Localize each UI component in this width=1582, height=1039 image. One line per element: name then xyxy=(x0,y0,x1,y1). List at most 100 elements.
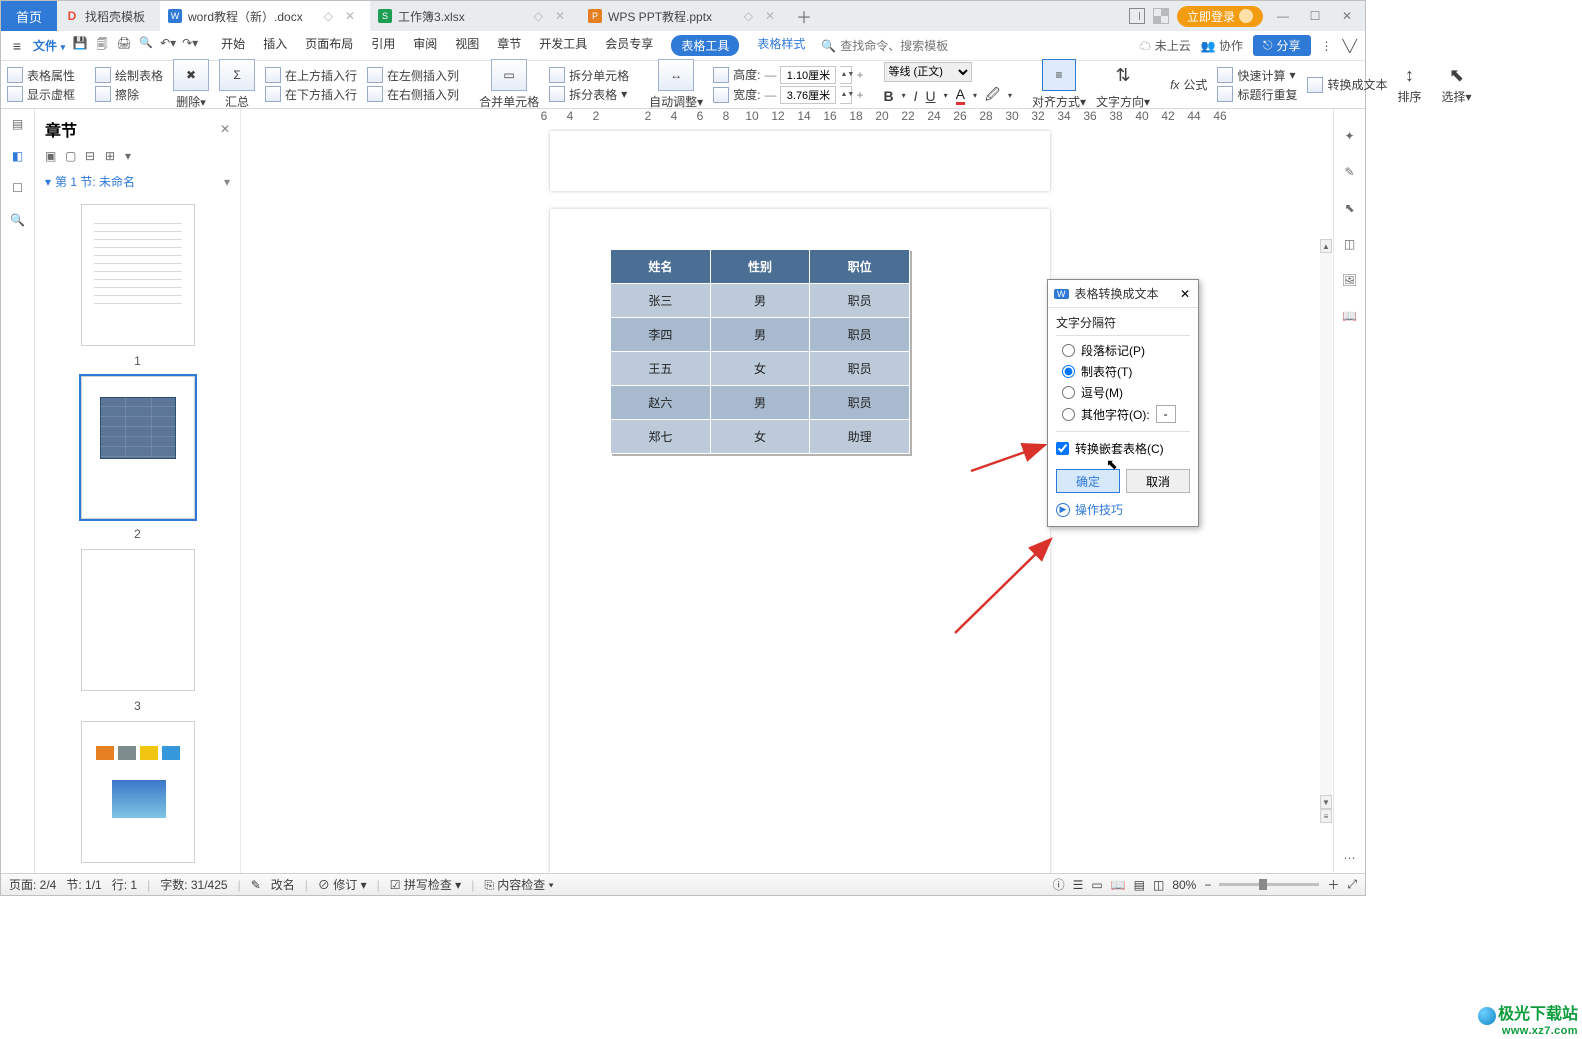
table-cell[interactable]: 李四 xyxy=(611,318,711,352)
undo-icon[interactable]: ↶▾ xyxy=(159,36,177,55)
tab-word-doc[interactable]: W word教程（新）.docx ◇ ✕ xyxy=(160,1,370,31)
nav-tool-plus-icon[interactable]: ⊞ xyxy=(105,149,119,163)
table-cell[interactable]: 女 xyxy=(710,352,810,386)
search-input[interactable] xyxy=(840,39,950,53)
ribbon-insert-below[interactable]: 在下方插入行 xyxy=(265,86,357,103)
menu-item[interactable]: 会员专享 xyxy=(605,35,653,56)
ribbon-autofit[interactable]: ↔ 自动调整▾ xyxy=(649,59,703,110)
menu-item[interactable]: 页面布局 xyxy=(305,35,353,56)
ribbon-delete[interactable]: ✖ 删除▾ xyxy=(173,59,209,110)
table-cell[interactable]: 郑七 xyxy=(611,420,711,454)
tab-ppt-doc[interactable]: P WPS PPT教程.pptx ◇ ✕ xyxy=(580,1,790,31)
page-thumbnail[interactable] xyxy=(81,721,195,863)
page-thumbnail[interactable] xyxy=(81,204,195,346)
page-thumbnail[interactable] xyxy=(81,376,195,518)
print-preview-icon[interactable]: 🗐 xyxy=(93,36,111,55)
font-color-button[interactable]: A xyxy=(956,86,965,105)
dialog-tip[interactable]: ▶ 操作技巧 xyxy=(1048,501,1198,526)
ribbon-draw-table[interactable]: 绘制表格 xyxy=(95,67,163,84)
menu-item[interactable]: 引用 xyxy=(371,35,395,56)
nav-tool-collapse-icon[interactable]: ▣ xyxy=(45,149,59,163)
menu-item[interactable]: 章节 xyxy=(497,35,521,56)
window-mode-icon[interactable] xyxy=(1129,8,1145,24)
ribbon-merge[interactable]: ▭ 合并单元格 xyxy=(479,59,539,110)
hamburger-icon[interactable]: ≡ xyxy=(7,38,27,54)
coop-button[interactable]: 👥 协作 xyxy=(1201,37,1243,54)
width-input[interactable] xyxy=(780,86,836,104)
table-header[interactable]: 职位 xyxy=(810,250,910,284)
tab-excel-doc[interactable]: S 工作簿3.xlsx ◇ ✕ xyxy=(370,1,580,31)
ribbon-insert-above[interactable]: 在上方插入行 xyxy=(265,67,357,84)
leftstrip-bookmark-icon[interactable]: ☐ xyxy=(9,179,27,197)
other-char-input[interactable] xyxy=(1156,405,1176,423)
view-mode-icon[interactable]: ⓘ xyxy=(1053,876,1065,893)
height-input[interactable] xyxy=(780,66,836,84)
nav-section-item[interactable]: ▾ 第 1 节: 未命名 ▾ xyxy=(35,169,240,194)
dialog-close-icon[interactable]: ✕ xyxy=(1178,287,1192,301)
tab-templates[interactable]: D 找稻壳模板 xyxy=(57,1,160,31)
zoom-slider[interactable] xyxy=(1219,883,1319,886)
ribbon-convert[interactable]: 转换成文本 xyxy=(1307,76,1387,93)
ribbon-insert-right[interactable]: 在右侧插入列 xyxy=(367,86,459,103)
nav-item-menu-icon[interactable]: ▾ xyxy=(224,175,230,189)
ribbon-repeat-header[interactable]: 标题行重复 xyxy=(1217,86,1297,103)
tab-close-icon[interactable]: ✕ xyxy=(555,9,565,23)
ribbon-table-props[interactable]: 表格属性 xyxy=(7,67,75,84)
view-read-icon[interactable]: 📖 xyxy=(1111,878,1126,892)
menu-item-table-tools[interactable]: 表格工具 xyxy=(671,35,739,56)
scroll-down[interactable]: ▼ xyxy=(1320,795,1332,809)
tab-secondary-icon[interactable]: ◇ xyxy=(324,9,333,23)
cancel-button[interactable]: 取消 xyxy=(1126,469,1190,493)
tab-secondary-icon[interactable]: ◇ xyxy=(534,9,543,23)
width-spinner[interactable]: ▲▼ xyxy=(840,86,852,104)
menu-item[interactable]: 视图 xyxy=(455,35,479,56)
view-web-icon[interactable]: ▭ xyxy=(1091,878,1102,892)
menu-item-table-style[interactable]: 表格样式 xyxy=(757,35,805,56)
print-icon[interactable]: 🖨 xyxy=(115,36,133,55)
grid-icon[interactable] xyxy=(1153,8,1169,24)
menu-item[interactable]: 开始 xyxy=(221,35,245,56)
tab-close-icon[interactable]: ✕ xyxy=(765,9,775,23)
window-minimize[interactable]: — xyxy=(1271,9,1295,23)
table-cell[interactable]: 赵六 xyxy=(611,386,711,420)
radio-paragraph[interactable]: 段落标记(P) xyxy=(1056,340,1190,361)
menu-item[interactable]: 开发工具 xyxy=(539,35,587,56)
ribbon-sort[interactable]: ↕ 排序 xyxy=(1397,65,1421,105)
page-thumbnail[interactable] xyxy=(81,549,195,691)
share-button[interactable]: ⎋分享 xyxy=(1253,35,1311,56)
table-cell[interactable]: 男 xyxy=(710,386,810,420)
table-cell[interactable]: 张三 xyxy=(611,284,711,318)
ribbon-font[interactable]: 等线 (正文) xyxy=(884,62,972,82)
ribbon-select[interactable]: ⬉ 选择▾ xyxy=(1441,65,1471,105)
right-pen-icon[interactable]: ✎ xyxy=(1344,165,1354,179)
window-maximize[interactable]: ☐ xyxy=(1303,9,1327,23)
highlight-button[interactable]: 🖉 xyxy=(985,84,1000,108)
right-picture-icon[interactable]: 🖼 xyxy=(1342,273,1357,287)
zoom-value[interactable]: 80% xyxy=(1172,878,1196,892)
table-header[interactable]: 性别 xyxy=(710,250,810,284)
window-close[interactable]: ✕ xyxy=(1335,9,1359,23)
table-cell[interactable]: 女 xyxy=(710,420,810,454)
ribbon-height[interactable]: 高度: — ▲▼ + xyxy=(713,66,863,84)
leftstrip-outline-icon[interactable]: ▤ xyxy=(9,115,27,133)
right-ai-icon[interactable]: ✦ xyxy=(1344,129,1354,143)
redo-icon[interactable]: ↷▾ xyxy=(181,36,199,55)
preview-icon[interactable]: 🔍 xyxy=(137,36,155,55)
view-print-icon[interactable]: ☰ xyxy=(1073,878,1084,892)
leftstrip-search-icon[interactable]: 🔍 xyxy=(9,211,27,229)
tab-close-icon[interactable]: ✕ xyxy=(345,9,355,23)
menu-search[interactable]: 🔍 xyxy=(821,39,950,53)
height-spinner[interactable]: ▲▼ xyxy=(840,66,852,84)
ribbon-split-table[interactable]: 拆分表格▾ xyxy=(549,86,627,103)
ribbon-split-cell[interactable]: 拆分单元格 xyxy=(549,67,629,84)
ribbon-erase[interactable]: 擦除 xyxy=(95,86,139,103)
table-cell[interactable]: 男 xyxy=(710,318,810,352)
leftstrip-chapters-icon[interactable]: ◧ xyxy=(9,147,27,165)
zoom-out[interactable]: − xyxy=(1204,878,1211,892)
checkbox-nested[interactable]: 转换嵌套表格(C) xyxy=(1056,434,1190,463)
ribbon-insert-left[interactable]: 在左侧插入列 xyxy=(367,67,459,84)
table-cell[interactable]: 助理 xyxy=(810,420,910,454)
ribbon-dir[interactable]: ⇅ 文字方向▾ xyxy=(1096,59,1150,110)
nav-tool-dropdown-icon[interactable]: ▾ xyxy=(125,149,139,163)
table-cell[interactable]: 男 xyxy=(710,284,810,318)
